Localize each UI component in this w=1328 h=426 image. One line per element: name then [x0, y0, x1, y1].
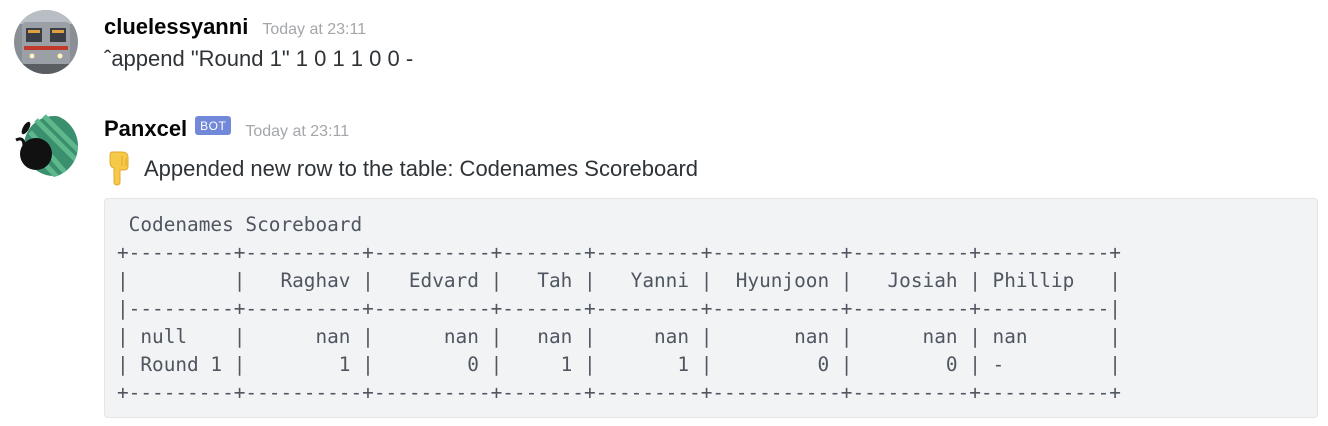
panda-avatar-icon — [14, 114, 78, 178]
message-content: Appended new row to the table: Codenames… — [104, 150, 698, 186]
message-cluelessyanni: cluelessyanni Today at 23:11 ˆappend "Ro… — [0, 0, 1328, 90]
username[interactable]: Panxcel — [104, 116, 187, 142]
subway-train-avatar-icon — [14, 10, 78, 74]
bot-badge: BOT — [195, 116, 232, 135]
code-block: Codenames Scoreboard +---------+--------… — [104, 198, 1318, 418]
message-text: Appended new row to the table: Codenames… — [144, 156, 699, 181]
message-timestamp: Today at 23:11 — [245, 123, 350, 140]
username[interactable]: cluelessyanni — [104, 14, 248, 40]
user-avatar[interactable] — [14, 10, 78, 74]
message-panxcel: Panxcel BOT Today at 23:11 Appended new … — [0, 108, 1328, 426]
scoreboard-table-text: Codenames Scoreboard +---------+--------… — [117, 213, 1121, 404]
message-text: ˆappend "Round 1" 1 0 1 1 0 0 - — [104, 46, 414, 71]
pointing-down-icon — [104, 150, 136, 186]
message-timestamp: Today at 23:11 — [262, 21, 367, 38]
bot-avatar[interactable] — [14, 114, 78, 178]
